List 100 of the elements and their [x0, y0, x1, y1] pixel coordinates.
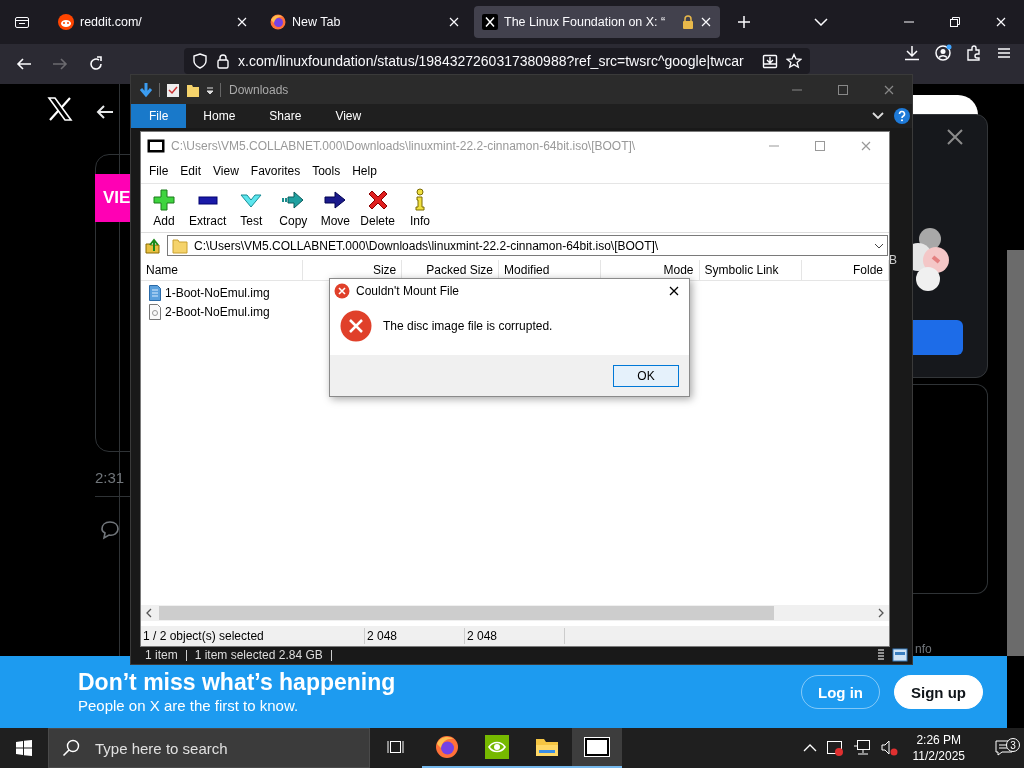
windows-logo-icon[interactable]: [16, 740, 32, 756]
folder-up-icon[interactable]: [145, 237, 161, 254]
status-text: 2 048: [465, 628, 565, 644]
maximize-icon[interactable]: [814, 139, 826, 152]
notification-icon[interactable]: [994, 738, 1014, 758]
status-text: 2 048: [365, 628, 465, 644]
address-bar[interactable]: x.com/linuxfoundation/status/1984327260317380988?ref_src=twsrc^google|twcar: [184, 48, 810, 74]
window-title: C:\Users\VM5.COLLABNET.000\Downloads\linuxmint-22.2-cinnamon-64bit.iso\[BOOT]\: [171, 138, 636, 153]
dialog-title: Couldn't Mount File: [356, 284, 459, 298]
document-icon: [148, 284, 162, 301]
footer-link[interactable]: nfo: [915, 643, 932, 656]
menu-item[interactable]: Tools: [306, 164, 347, 178]
chevron-up-icon[interactable]: [802, 744, 817, 752]
toolbar-button[interactable]: Delete: [356, 188, 400, 228]
maximize-icon[interactable]: [837, 83, 849, 96]
column-header[interactable]: Symbolic Link: [699, 260, 803, 280]
status-text: 1 item selected 2.84 GB: [194, 649, 332, 661]
chevron-down-icon: [874, 242, 884, 249]
restore-icon[interactable]: [949, 16, 961, 28]
search-icon: [62, 739, 80, 757]
file-name[interactable]: 2-Boot-NoEmul.img: [165, 304, 270, 319]
column-header[interactable]: Name: [141, 260, 303, 280]
arrow-right-icon: [323, 188, 348, 212]
tab-list-icon[interactable]: [14, 14, 30, 30]
column-header[interactable]: Folde: [802, 260, 889, 280]
fox-globe-icon: [270, 14, 286, 30]
archive-logo-icon[interactable]: [147, 138, 165, 153]
archive-logo-icon[interactable]: [584, 737, 610, 757]
error-icon: [340, 310, 372, 342]
checklist-icon[interactable]: [166, 81, 180, 98]
forward-icon[interactable]: [52, 56, 68, 72]
arrow-right-icon: [281, 188, 306, 212]
horizontal-scrollbar[interactable]: [141, 605, 889, 621]
clock-date[interactable]: 11/2/2025: [912, 748, 965, 764]
document-icon: [148, 303, 162, 320]
toolbar-button[interactable]: Extract: [185, 188, 231, 228]
search-field[interactable]: Type here to search: [48, 728, 370, 768]
menu-item[interactable]: Edit: [174, 164, 208, 178]
sign-up-button[interactable]: Sign up: [894, 675, 983, 709]
menu-item[interactable]: Help: [346, 164, 383, 178]
shield-alert-icon[interactable]: [825, 739, 844, 757]
tiles-view-icon[interactable]: [892, 648, 908, 662]
caret-icon[interactable]: [206, 84, 214, 95]
x-logo-icon: [482, 14, 498, 30]
path-field[interactable]: C:\Users\VM5.COLLABNET.000\Downloads\linuxmint-22.2-cinnamon-64bit.iso\[BOOT]\: [167, 235, 888, 256]
scroll-thumb[interactable]: [159, 606, 774, 620]
banner-subtitle: People on X are the first to know.: [78, 696, 300, 715]
back-icon[interactable]: [16, 56, 32, 72]
plus-icon: [152, 188, 176, 212]
padlock-icon: [682, 15, 694, 29]
timestamp: 2:31: [95, 469, 125, 486]
alien-face-icon: [58, 14, 74, 30]
file-name[interactable]: 1-Boot-NoEmul.img: [165, 285, 270, 300]
padlock-icon[interactable]: [216, 53, 230, 69]
x-logo-icon[interactable]: [46, 96, 73, 122]
puzzle-icon[interactable]: [966, 45, 982, 61]
ok-button[interactable]: OK: [613, 364, 679, 387]
network-icon[interactable]: [852, 739, 871, 757]
ribbon-tab[interactable]: View: [318, 104, 379, 128]
url-text: x.com/linuxfoundation/status/1984327260317380988?ref_src=twsrc^google|twcar: [238, 53, 745, 69]
download-icon[interactable]: [904, 45, 920, 61]
fox-globe-icon[interactable]: [435, 735, 459, 759]
browser-tab[interactable]: New Tab: [262, 6, 468, 38]
window-title: Downloads: [229, 82, 289, 97]
ribbon-tab[interactable]: Share: [252, 104, 319, 128]
ribbon-tab[interactable]: Home: [186, 104, 253, 128]
notification-count: 3: [1006, 738, 1020, 752]
reply-icon[interactable]: [100, 520, 120, 540]
error-message: The disc image file is corrupted.: [383, 319, 553, 333]
ribbon-tab[interactable]: File: [131, 104, 187, 128]
status-text: 1 / 2 object(s) selected: [141, 628, 365, 644]
browser-tab[interactable]: reddit.com/: [50, 6, 256, 38]
help-icon[interactable]: [894, 108, 910, 124]
banner-title: Don’t miss what’s happening: [78, 669, 396, 696]
error-icon: [334, 283, 350, 299]
details-view-icon[interactable]: [876, 648, 886, 662]
back-arrow-icon[interactable]: [96, 104, 114, 120]
toolbar-button[interactable]: Info: [399, 188, 442, 228]
toolbar-button[interactable]: Copy: [272, 188, 315, 228]
shield-icon[interactable]: [192, 53, 208, 69]
account-icon[interactable]: [934, 44, 952, 62]
status-text: 1 item: [145, 649, 187, 661]
page-save-icon[interactable]: [762, 53, 778, 69]
menu-item[interactable]: Favorites: [244, 164, 307, 178]
column-header: B: [889, 253, 897, 267]
new-tab-icon[interactable]: [736, 14, 752, 30]
chevron-down-icon[interactable]: [872, 112, 884, 120]
clock-time[interactable]: 2:26 PM: [916, 732, 962, 748]
menu-icon[interactable]: [996, 45, 1012, 61]
scrollbar[interactable]: [1007, 250, 1024, 656]
star-icon[interactable]: [786, 53, 802, 69]
speaker-muted-icon[interactable]: [879, 739, 898, 757]
download-arrow-icon[interactable]: [139, 81, 153, 98]
close-icon[interactable]: [668, 285, 680, 297]
reload-icon[interactable]: [88, 56, 104, 72]
toolbar-button[interactable]: Move: [314, 188, 357, 228]
browser-tab[interactable]: The Linux Foundation on X: “: [474, 6, 720, 38]
toolbar-button[interactable]: Test: [230, 188, 273, 228]
folder-icon: [172, 237, 188, 254]
menu-item[interactable]: View: [207, 164, 245, 178]
